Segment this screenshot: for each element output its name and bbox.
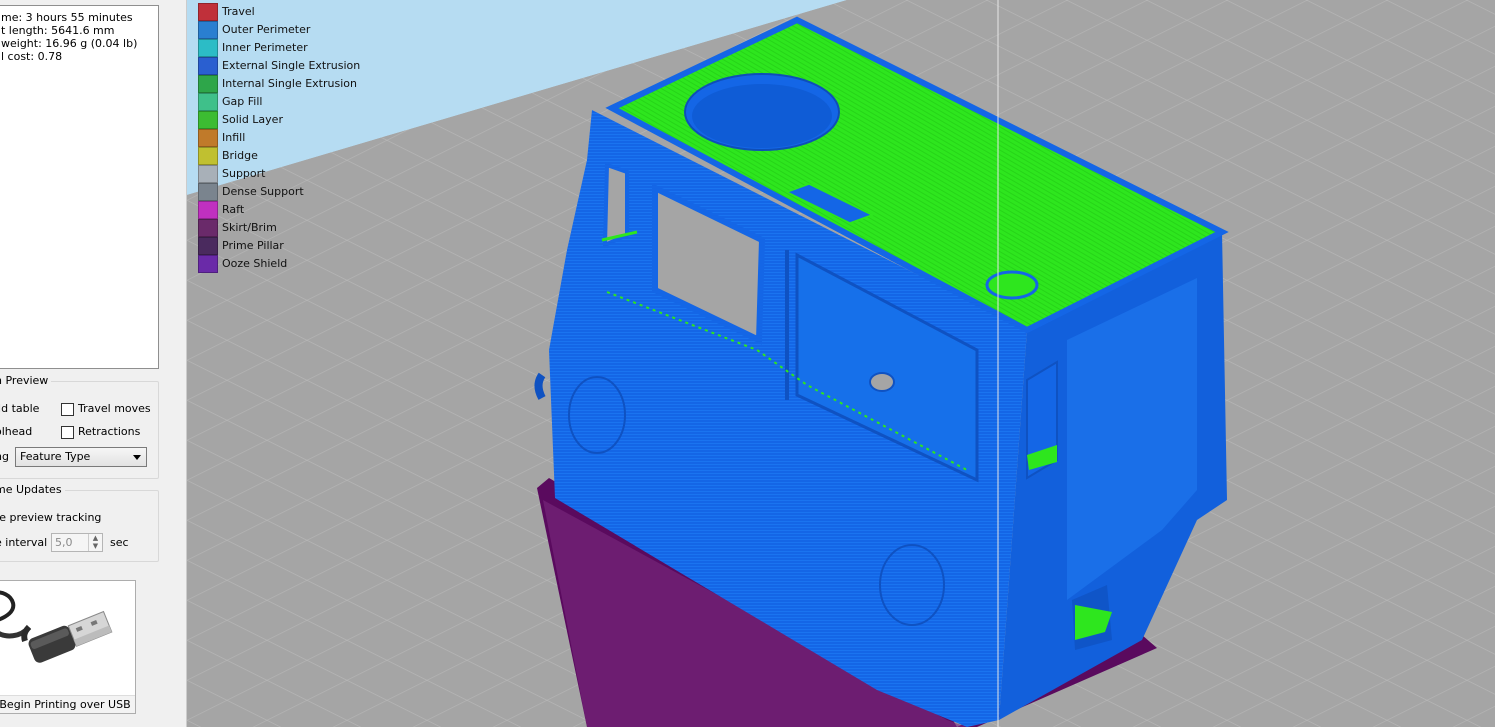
legend-swatch [198,237,218,255]
legend-swatch [198,75,218,93]
update-interval-input[interactable]: 5,0 ▲ ▼ [51,533,103,552]
legend-label: Raft [222,203,245,216]
preview-tracking-label[interactable]: re preview tracking [0,511,101,525]
legend-swatch [198,3,218,21]
legend-swatch [198,255,218,273]
usb-print-button[interactable]: Begin Printing over USB [0,580,136,714]
legend-label: Solid Layer [222,113,283,126]
usb-cable-icon [0,590,113,663]
preview-group-title: n Preview [0,374,52,387]
animation-preview-group: n Preview ild table Travel moves olhead … [0,374,159,479]
legend-swatch [198,39,218,57]
top-small-hole [985,270,1039,300]
legend-label: Gap Fill [222,95,263,108]
legend-label: Internal Single Extrusion [222,77,357,90]
spinner-arrows-icon[interactable]: ▲ ▼ [88,534,102,551]
side-bump [534,372,546,400]
stat-filament-length: t length: 5641.6 mm [1,24,115,37]
retractions-label[interactable]: Retractions [78,425,140,439]
retractions-checkbox[interactable] [61,426,74,439]
legend-label: Outer Perimeter [222,23,311,36]
legend-label: Inner Perimeter [222,41,308,54]
legend-label: Ooze Shield [222,257,288,270]
build-scene[interactable] [187,0,1495,727]
legend-label: Skirt/Brim [222,221,277,234]
left-small-window [602,162,629,249]
legend-swatch [198,201,218,219]
legend-label: Infill [222,131,246,144]
stat-build-time: me: 3 hours 55 minutes [1,11,133,24]
coloring-label: ng [0,450,9,463]
legend-swatch [198,183,218,201]
travel-moves-label[interactable]: Travel moves [78,402,151,416]
handle-hole [869,372,895,392]
legend-label: Bridge [222,149,258,162]
left-panel: me: 3 hours 55 minutes t length: 5641.6 … [0,0,186,727]
legend-swatch [198,111,218,129]
legend-swatch [198,147,218,165]
legend-label: Dense Support [222,185,304,198]
legend-swatch [198,57,218,75]
coloring-select-value: Feature Type [20,450,91,463]
legend-label: Prime Pillar [222,239,284,252]
show-build-table-label[interactable]: ild table [0,402,39,416]
legend-label: Support [222,167,266,180]
stat-plastic-weight: weight: 16.96 g (0.04 lb) [1,37,138,50]
build-statistics-box: me: 3 hours 55 minutes t length: 5641.6 … [0,5,159,369]
legend-swatch [198,165,218,183]
stat-material-cost: l cost: 0.78 [1,50,63,63]
updates-group-title: me Updates [0,483,65,496]
realtime-updates-group: me Updates re preview tracking e interva… [0,483,159,562]
3d-preview-viewport[interactable]: Travel Outer Perimeter Inner Perimeter Exte… [186,0,1495,727]
legend-label: Travel [222,5,255,18]
legend-label: External Single Extrusion [222,59,361,72]
legend-swatch [198,93,218,111]
update-interval-label: e interval [0,536,48,549]
top-large-hole-inner [692,84,832,148]
legend-swatch [198,129,218,147]
show-toolhead-label[interactable]: olhead [0,425,32,439]
legend-swatch [198,21,218,39]
usb-print-caption: Begin Printing over USB [0,695,135,713]
travel-moves-checkbox[interactable] [61,403,74,416]
chevron-down-icon [133,455,141,460]
update-interval-value: 5,0 [55,536,73,549]
legend-swatch [198,219,218,237]
update-interval-unit: sec [110,536,129,549]
coloring-select[interactable]: Feature Type [15,447,147,467]
